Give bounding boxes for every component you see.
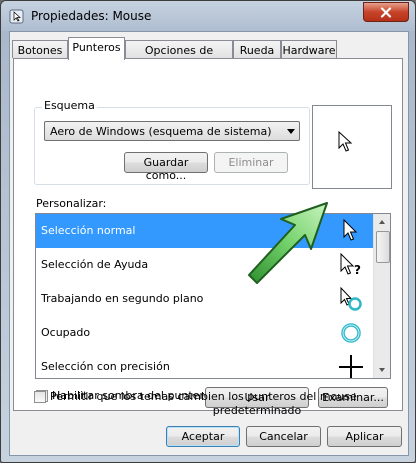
- list-item-precision[interactable]: Selección con precisión: [36, 350, 373, 378]
- window-title: Propiedades: Mouse: [31, 9, 152, 23]
- scheme-label: Esquema: [42, 99, 97, 112]
- scroll-thumb[interactable]: [376, 231, 390, 263]
- tab-opciones-de-puntero[interactable]: Opciones de puntero: [125, 40, 233, 70]
- tab-botones[interactable]: Botones: [12, 40, 68, 58]
- tab-label: Rueda: [239, 44, 275, 57]
- scroll-down-icon[interactable]: [379, 368, 385, 372]
- scheme-dropdown-value: Aero de Windows (esquema de sistema): [50, 125, 272, 138]
- tab-rueda[interactable]: Rueda: [233, 40, 281, 58]
- close-button[interactable]: [363, 2, 409, 22]
- apply-button[interactable]: Aplicar: [327, 426, 402, 447]
- list-item-busy[interactable]: Ocupado: [36, 316, 373, 350]
- punteros-panel: Esquema Aero de Windows (esquema de sist…: [13, 58, 403, 417]
- list-item-label: Selección de Ayuda: [41, 258, 149, 271]
- tab-label: Hardware: [282, 44, 336, 57]
- svg-text:?: ?: [354, 263, 361, 277]
- working-cursor-icon: [340, 286, 362, 311]
- themes-checkbox-label: Permitir que los temas cambien los punte…: [50, 390, 357, 403]
- list-item-label: Selección con precisión: [41, 360, 170, 373]
- scroll-up-icon[interactable]: [379, 220, 385, 224]
- cancel-button[interactable]: Cancelar: [246, 426, 321, 447]
- list-item-label: Selección normal: [41, 224, 136, 237]
- pointer-preview: [312, 105, 392, 189]
- scheme-dropdown[interactable]: Aero de Windows (esquema de sistema): [44, 121, 300, 141]
- themes-checkbox[interactable]: [34, 391, 46, 403]
- close-icon: [380, 6, 392, 18]
- arrow-cursor-icon: [338, 131, 353, 152]
- customize-label: Personalizar:: [36, 197, 107, 210]
- accept-button[interactable]: Aceptar: [166, 426, 240, 447]
- busy-cursor-icon: [341, 323, 361, 343]
- title-bar[interactable]: Propiedades: Mouse: [1, 1, 415, 31]
- help-cursor-icon: ?: [340, 252, 361, 277]
- chevron-down-icon: [287, 129, 295, 134]
- tab-punteros[interactable]: Punteros: [68, 37, 125, 60]
- save-as-button[interactable]: Guardar como...: [124, 152, 208, 182]
- tab-hardware[interactable]: Hardware: [281, 40, 337, 58]
- vertical-scrollbar[interactable]: [373, 214, 390, 378]
- tab-label: Botones: [17, 44, 63, 57]
- mouse-properties-window: Propiedades: Mouse Botones Punteros Opci…: [0, 0, 416, 463]
- green-arrow-overlay-icon: [248, 202, 328, 284]
- dialog-client: Botones Punteros Opciones de puntero Rue…: [9, 31, 409, 456]
- list-item-label: Trabajando en segundo plano: [41, 292, 204, 305]
- pointer-list[interactable]: Selección normal Selección de Ayuda ? Tr…: [35, 213, 391, 379]
- delete-scheme-button[interactable]: Eliminar: [214, 152, 288, 173]
- crosshair-cursor-icon: [339, 355, 363, 378]
- mouse-app-icon: [9, 9, 24, 24]
- list-item-label: Ocupado: [41, 326, 91, 339]
- arrow-cursor-icon: [343, 218, 358, 241]
- tab-label: Punteros: [72, 41, 121, 54]
